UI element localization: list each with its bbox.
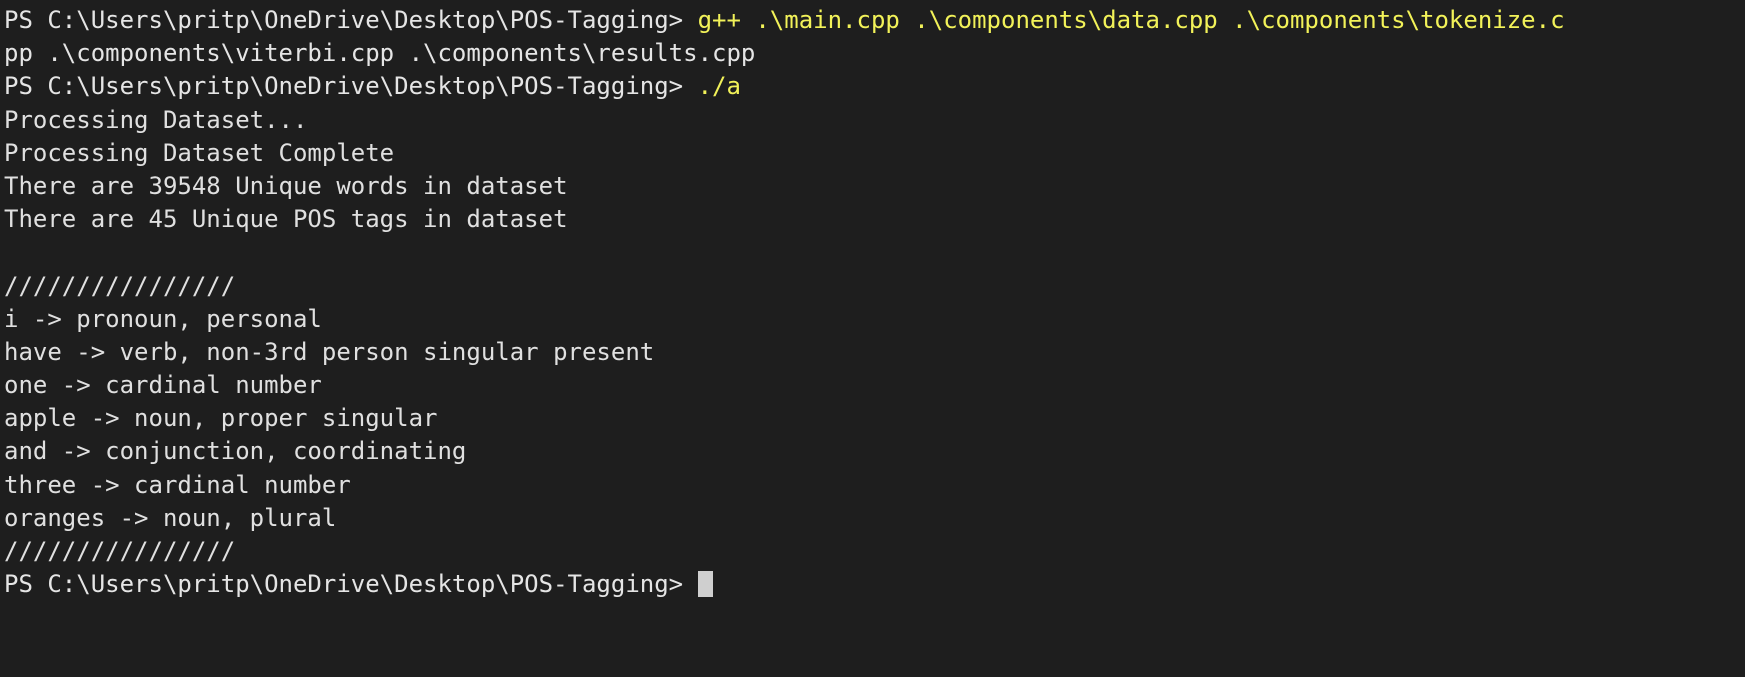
separator-text: //////////////// (4, 271, 236, 300)
terminal-line: oranges -> noun, plural (4, 502, 1745, 535)
terminal-line: There are 39548 Unique words in dataset (4, 170, 1745, 203)
terminal-line: apple -> noun, proper singular (4, 402, 1745, 435)
shell-prompt: PS C:\Users\pritp\OneDrive\Desktop\POS-T… (4, 6, 698, 34)
terminal-line: i -> pronoun, personal (4, 303, 1745, 336)
terminal-line: Processing Dataset Complete (4, 137, 1745, 170)
output-text: apple -> noun, proper singular (4, 404, 438, 433)
output-text: Processing Dataset Complete (4, 138, 395, 167)
shell-command-wrapped: pp .\components\viterbi.cpp .\components… (4, 39, 756, 68)
separator-text: //////////////// (4, 537, 236, 565)
terminal-line: pp .\components\viterbi.cpp .\components… (4, 37, 1745, 70)
text-cursor (697, 571, 713, 598)
output-text: one -> cardinal number (4, 371, 322, 400)
terminal-line: PS C:\Users\pritp\OneDrive\Desktop\POS-T… (4, 70, 1745, 103)
terminal-line: three -> cardinal number (4, 469, 1745, 502)
shell-prompt: PS C:\Users\pritp\OneDrive\Desktop\POS-T… (4, 570, 698, 599)
output-text: There are 45 Unique POS tags in dataset (4, 205, 568, 234)
output-text: oranges -> noun, plural (4, 503, 337, 532)
output-text: three -> cardinal number (4, 470, 351, 499)
output-text: have -> verb, non-3rd person singular pr… (4, 337, 655, 366)
terminal-window[interactable]: PS C:\Users\pritp\OneDrive\Desktop\POS-T… (0, 0, 1745, 677)
terminal-line: Processing Dataset... (4, 104, 1745, 137)
terminal-line: have -> verb, non-3rd person singular pr… (4, 336, 1745, 369)
terminal-active-line[interactable]: PS C:\Users\pritp\OneDrive\Desktop\POS-T… (4, 568, 1745, 601)
terminal-line: There are 45 Unique POS tags in dataset (4, 203, 1745, 236)
terminal-line: one -> cardinal number (4, 369, 1745, 402)
shell-prompt: PS C:\Users\pritp\OneDrive\Desktop\POS-T… (4, 72, 698, 101)
terminal-line: PS C:\Users\pritp\OneDrive\Desktop\POS-T… (4, 4, 1745, 37)
terminal-line: //////////////// (4, 270, 1745, 303)
output-text: and -> conjunction, coordinating (4, 437, 467, 466)
shell-command: g++ .\main.cpp .\components\data.cpp .\c… (697, 6, 1565, 34)
terminal-line: //////////////// (4, 535, 1745, 568)
output-text: i -> pronoun, personal (4, 304, 322, 333)
terminal-line: and -> conjunction, coordinating (4, 435, 1745, 468)
shell-command: ./a (697, 72, 741, 101)
output-text: Processing Dataset... (4, 105, 308, 134)
output-text: There are 39548 Unique words in dataset (4, 171, 568, 200)
